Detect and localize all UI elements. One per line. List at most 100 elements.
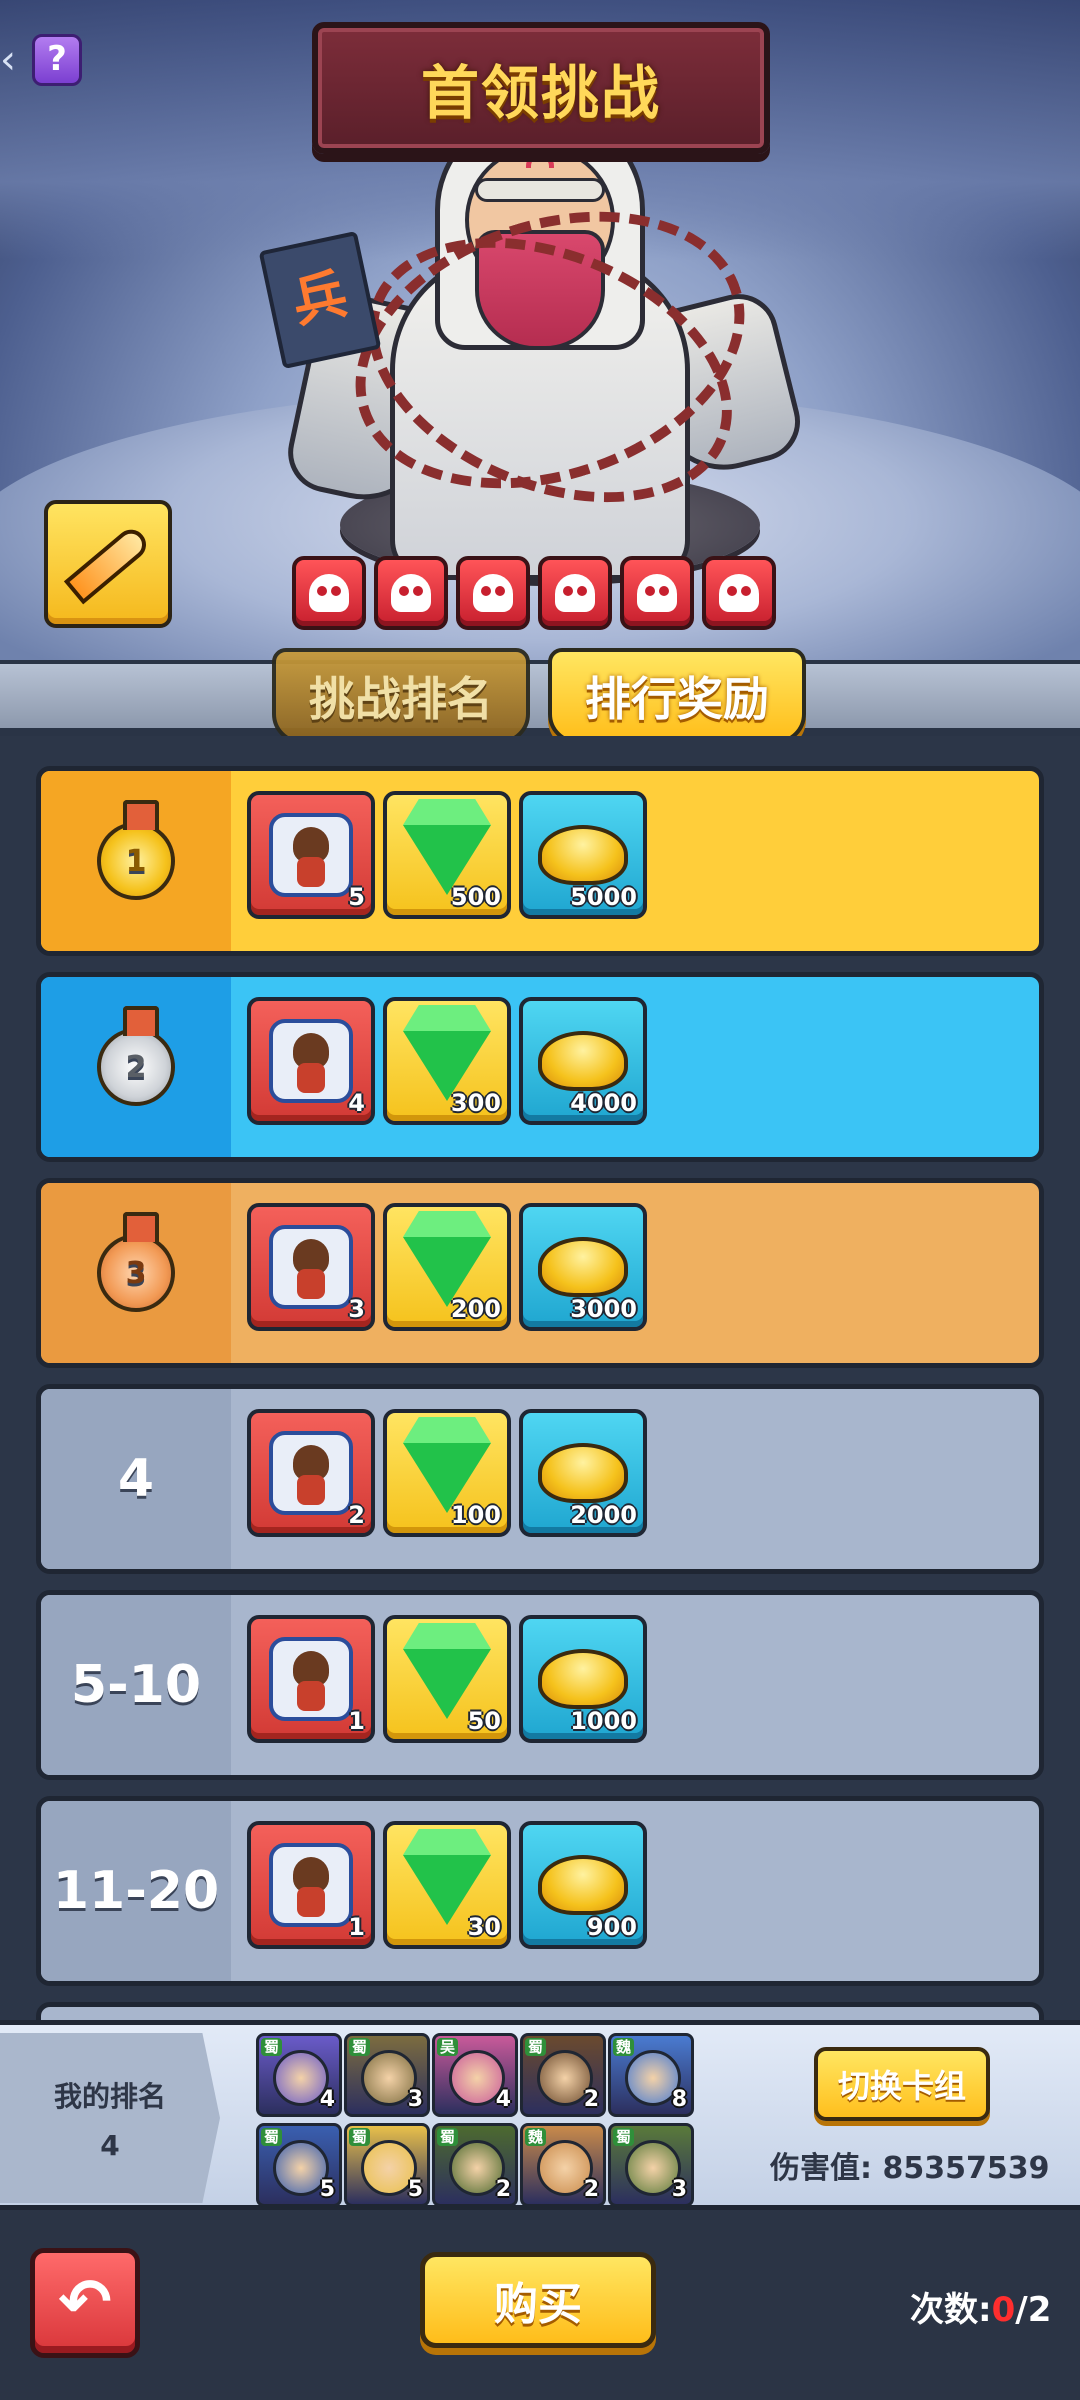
hero-shard-icon <box>269 1843 353 1927</box>
back-button[interactable]: ↶ <box>30 2248 140 2358</box>
my-rank-box: 我的排名 4 <box>0 2033 220 2203</box>
rank-cell: 2 <box>41 977 231 1157</box>
page-title: 首领挑战 <box>420 59 661 127</box>
help-button[interactable]: ? <box>32 34 82 86</box>
reward-items: 4 300 4000 <box>247 997 647 1125</box>
gold-ingot-icon <box>538 1443 628 1503</box>
reward-items: 3 200 3000 <box>247 1203 647 1331</box>
skull-icon <box>374 556 448 630</box>
gem-item[interactable]: 100 <box>383 1409 511 1537</box>
hero-card[interactable]: 蜀2 <box>432 2123 518 2207</box>
hero-shard-item[interactable]: 3 <box>247 1203 375 1331</box>
relic-item-button[interactable] <box>44 500 172 628</box>
item-quantity: 1 <box>348 1913 365 1941</box>
gold-ingot-icon <box>538 1031 628 1091</box>
gold-ingot-item[interactable]: 1000 <box>519 1615 647 1743</box>
item-quantity: 5 <box>348 883 365 911</box>
hero-shard-item[interactable]: 5 <box>247 791 375 919</box>
hero-star-count: 3 <box>407 2087 423 2112</box>
hero-shard-item[interactable]: 1 <box>247 1615 375 1743</box>
item-quantity: 500 <box>450 883 501 911</box>
skull-icon <box>292 556 366 630</box>
faction-badge: 吴 <box>437 2038 459 2056</box>
gold-ingot-icon <box>538 1855 628 1915</box>
hero-shard-item[interactable]: 1 <box>247 1821 375 1949</box>
hero-card[interactable]: 蜀3 <box>344 2033 430 2117</box>
gem-item[interactable]: 500 <box>383 791 511 919</box>
gold-ingot-item[interactable]: 4000 <box>519 997 647 1125</box>
item-quantity: 2000 <box>570 1501 637 1529</box>
rank-label: 5-10 <box>70 1655 202 1715</box>
attempts-label: 次数: <box>910 2290 992 2330</box>
gem-item[interactable]: 50 <box>383 1615 511 1743</box>
hero-shard-item[interactable]: 2 <box>247 1409 375 1537</box>
hero-card[interactable]: 蜀2 <box>520 2033 606 2117</box>
boss-character[interactable]: 兵 <box>258 100 820 580</box>
hero-card[interactable]: 蜀5 <box>256 2123 342 2207</box>
bottom-bar: ↶ 购买 次数:0/2 <box>0 2210 1080 2400</box>
hero-shard-icon <box>269 1637 353 1721</box>
gold-ingot-icon <box>538 825 628 885</box>
rank-cell: 4 <box>41 1389 231 1569</box>
reward-row: 11-20 1 30 900 <box>36 1796 1044 1986</box>
skull-icon <box>538 556 612 630</box>
reward-row: 2 4 300 4000 <box>36 972 1044 1162</box>
hero-star-count: 2 <box>583 2177 599 2202</box>
tab-ranking-rewards[interactable]: 排行奖励 <box>548 648 806 744</box>
switch-deck-button[interactable]: 切换卡组 <box>814 2047 990 2121</box>
item-quantity: 100 <box>450 1501 501 1529</box>
hero-shard-icon <box>269 1431 353 1515</box>
gold-medal-icon: 1 <box>97 800 175 900</box>
faction-badge: 魏 <box>613 2038 635 2056</box>
rank-cell: 1 <box>41 771 231 951</box>
hero-card[interactable]: 魏2 <box>520 2123 606 2207</box>
item-quantity: 1000 <box>570 1707 637 1735</box>
gem-item[interactable]: 200 <box>383 1203 511 1331</box>
skull-icon <box>620 556 694 630</box>
hero-card[interactable]: 蜀5 <box>344 2123 430 2207</box>
hero-star-count: 3 <box>671 2177 687 2202</box>
my-rank-label: 我的排名 <box>53 2079 166 2113</box>
hero-star-count: 4 <box>319 2087 335 2112</box>
item-quantity: 300 <box>450 1089 501 1117</box>
hero-star-count: 5 <box>407 2177 423 2202</box>
reward-items: 1 30 900 <box>247 1821 647 1949</box>
skull-icon <box>456 556 530 630</box>
attempts-used: 0 <box>991 2290 1016 2330</box>
reward-row: 1 5 500 5000 <box>36 766 1044 956</box>
gold-ingot-item[interactable]: 5000 <box>519 791 647 919</box>
hero-shard-icon <box>269 1019 353 1103</box>
bronze-medal-icon: 3 <box>97 1212 175 1312</box>
hero-star-count: 5 <box>319 2177 335 2202</box>
buy-button[interactable]: 购买 <box>420 2252 656 2348</box>
sword-relic-icon <box>63 523 153 605</box>
hero-card[interactable]: 蜀3 <box>608 2123 694 2207</box>
reward-list[interactable]: 1 5 500 5000 2 4 300 4000 3 3 200 3000 4 2 100 2000 5-10… <box>0 736 1080 2020</box>
gem-item[interactable]: 30 <box>383 1821 511 1949</box>
hero-card[interactable]: 吴4 <box>432 2033 518 2117</box>
title-board: 首领挑战 <box>312 22 770 154</box>
my-rank-value: 4 <box>100 2128 120 2162</box>
hero-star-count: 8 <box>671 2087 687 2112</box>
reward-row: 3 3 200 3000 <box>36 1178 1044 1368</box>
faction-badge: 蜀 <box>525 2038 547 2056</box>
hero-card[interactable]: 魏8 <box>608 2033 694 2117</box>
gem-item[interactable]: 300 <box>383 997 511 1125</box>
reward-row: 4 2 100 2000 <box>36 1384 1044 1574</box>
hero-shard-icon <box>269 813 353 897</box>
faction-badge: 蜀 <box>349 2128 371 2146</box>
gold-ingot-item[interactable]: 3000 <box>519 1203 647 1331</box>
gold-ingot-icon <box>538 1649 628 1709</box>
boss-brow <box>475 178 605 202</box>
reward-items: 1 50 1000 <box>247 1615 647 1743</box>
gold-ingot-icon <box>538 1237 628 1297</box>
gold-ingot-item[interactable]: 2000 <box>519 1409 647 1537</box>
skull-icon <box>702 556 776 630</box>
hero-card[interactable]: 蜀4 <box>256 2033 342 2117</box>
hero-shard-item[interactable]: 4 <box>247 997 375 1125</box>
item-quantity: 3 <box>348 1295 365 1323</box>
tab-challenge-ranking[interactable]: 挑战排名 <box>272 648 530 744</box>
rank-cell: 11-20 <box>41 1801 231 1981</box>
reward-items: 5 500 5000 <box>247 791 647 919</box>
gold-ingot-item[interactable]: 900 <box>519 1821 647 1949</box>
